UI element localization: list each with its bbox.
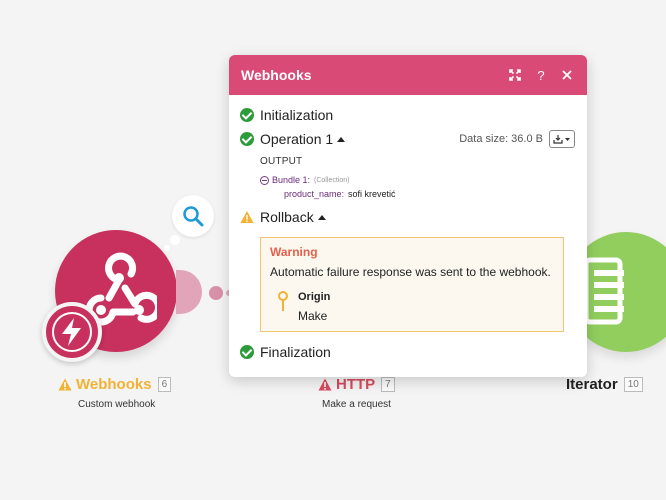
expand-button[interactable]	[507, 67, 523, 83]
property-key: product_name:	[284, 189, 345, 199]
iterator-module-label[interactable]: Iterator 10	[566, 376, 643, 393]
help-icon: ?	[537, 67, 545, 83]
close-icon	[562, 70, 572, 80]
module-name: Iterator	[566, 376, 618, 393]
step-label: Finalization	[260, 344, 331, 360]
connection-dot	[209, 286, 223, 300]
step-operation[interactable]: Operation 1 Data size: 36.0 B	[240, 127, 575, 151]
origin-title: Origin	[298, 291, 331, 303]
step-label: Operation 1	[260, 131, 334, 147]
module-subtitle: Custom webhook	[78, 399, 156, 410]
step-finalization: Finalization	[240, 340, 575, 364]
step-rollback[interactable]: Rollback	[240, 205, 575, 229]
inspect-bubble[interactable]	[172, 195, 214, 237]
help-button[interactable]: ?	[533, 67, 549, 83]
output-label: OUTPUT	[260, 156, 303, 167]
data-size: Data size: 36.0 B	[459, 133, 543, 145]
popup-header: Webhooks ?	[229, 55, 587, 95]
warning-icon	[240, 211, 254, 223]
warning-text: Automatic failure response was sent to t…	[270, 265, 551, 279]
module-name: Webhooks	[76, 376, 152, 393]
bubble-tail	[164, 245, 170, 251]
bundle-type: (Collection)	[314, 176, 350, 184]
bundle-row[interactable]: Bundle 1: (Collection)	[260, 175, 575, 185]
warning-title: Warning	[270, 245, 318, 259]
module-subtitle: Make a request	[322, 399, 391, 410]
origin-value: Make	[298, 309, 328, 323]
warning-box: Warning Automatic failure response was s…	[260, 237, 564, 332]
search-icon	[183, 206, 204, 227]
download-icon	[553, 135, 570, 144]
download-button[interactable]	[549, 130, 575, 148]
warning-icon	[58, 378, 72, 391]
http-module-label[interactable]: HTTP 7	[318, 376, 395, 393]
module-connector	[176, 270, 202, 314]
collapse-caret-icon[interactable]	[317, 214, 326, 220]
module-count: 7	[381, 377, 395, 392]
module-name: HTTP	[336, 376, 376, 393]
webhooks-inspector-popup: Webhooks ? Initialization Operation 1 Da…	[229, 55, 587, 377]
property-value: sofi krevetić	[348, 189, 396, 199]
iterator-icon	[584, 257, 624, 325]
pin-icon	[278, 291, 288, 311]
step-initialization: Initialization	[240, 103, 575, 127]
module-count: 6	[157, 377, 172, 392]
check-circle-icon	[240, 345, 254, 359]
popup-body: Initialization Operation 1 Data size: 36…	[229, 95, 587, 377]
bundle-name: Bundle 1:	[272, 175, 311, 185]
check-circle-icon	[240, 132, 254, 146]
check-circle-icon	[240, 108, 254, 122]
popup-title: Webhooks	[241, 67, 312, 83]
module-count: 10	[623, 377, 643, 392]
warning-icon	[318, 378, 332, 391]
step-label: Initialization	[260, 107, 334, 123]
expand-icon	[509, 69, 521, 81]
collapse-caret-icon[interactable]	[337, 136, 346, 142]
close-button[interactable]	[559, 67, 575, 83]
lightning-icon	[62, 318, 81, 346]
origin: Origin Make	[270, 291, 554, 323]
webhooks-module-label[interactable]: Webhooks 6	[58, 376, 172, 393]
instant-trigger-badge	[42, 302, 102, 362]
bubble-tail	[170, 235, 180, 245]
collapse-icon[interactable]	[260, 175, 269, 185]
bundle-property: product_name: sofi krevetić	[284, 189, 575, 199]
step-label: Rollback	[260, 209, 314, 225]
